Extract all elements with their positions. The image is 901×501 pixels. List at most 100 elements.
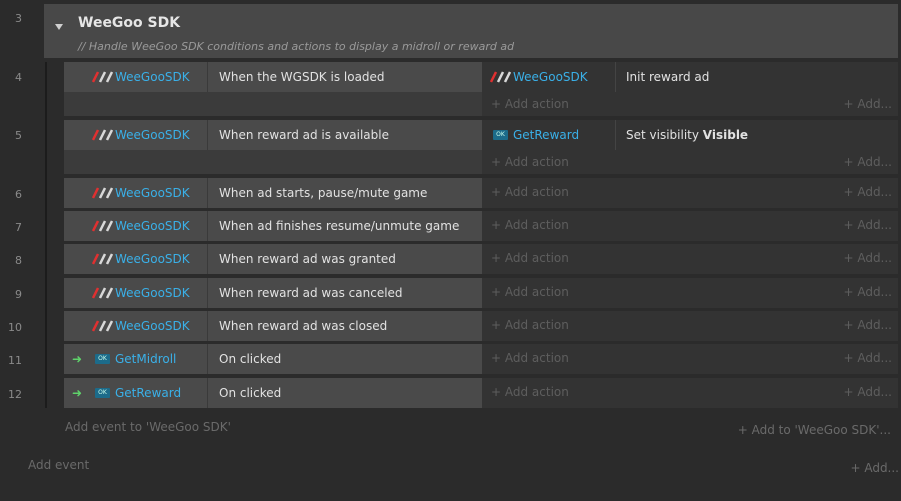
condition-object-name: WeeGooSDK <box>115 286 190 300</box>
add-action-link[interactable]: + Add action <box>491 155 569 169</box>
condition[interactable]: ➜ OK GetReward On clicked <box>64 378 482 408</box>
action-object[interactable]: WeeGooSDK <box>482 62 616 92</box>
add-more-link[interactable]: + Add... <box>843 351 892 365</box>
weegoo-logo-icon <box>92 187 114 199</box>
line-number: 10 <box>8 321 22 334</box>
action-area: + Add action + Add... <box>482 278 898 308</box>
line-number: 12 <box>8 388 22 401</box>
add-action-link[interactable]: + Add action <box>491 97 569 111</box>
condition[interactable]: WeeGooSDK When reward ad was canceled <box>64 278 482 308</box>
add-more-link[interactable]: + Add... <box>843 155 892 169</box>
condition-object-name: GetMidroll <box>115 352 177 366</box>
condition[interactable]: WeeGooSDK When ad starts, pause/mute gam… <box>64 178 482 208</box>
condition-object[interactable]: WeeGooSDK <box>64 278 208 308</box>
trigger-arrow-icon: ➜ <box>72 352 83 366</box>
condition-object[interactable]: WeeGooSDK <box>64 178 208 208</box>
group-description: // Handle WeeGoo SDK conditions and acti… <box>78 40 515 53</box>
event-row[interactable]: WeeGooSDK When reward ad was canceled + … <box>64 278 898 308</box>
add-action-link[interactable]: + Add action <box>491 351 569 365</box>
add-more-link[interactable]: + Add... <box>843 218 892 232</box>
add-more-link[interactable]: + Add... <box>843 285 892 299</box>
event-row[interactable]: WeeGooSDK When reward ad was closed + Ad… <box>64 311 898 341</box>
event-row[interactable]: WeeGooSDK When ad starts, pause/mute gam… <box>64 178 898 208</box>
action-area: + Add action + Add... <box>482 378 898 408</box>
weegoo-logo-icon <box>92 320 114 332</box>
condition-text: When ad starts, pause/mute game <box>219 186 428 200</box>
add-event-to-group-link[interactable]: Add event to 'WeeGoo SDK' <box>65 420 231 434</box>
line-number: 7 <box>15 221 22 234</box>
event-row[interactable]: WeeGooSDK When the WGSDK is loaded WeeGo… <box>64 62 898 116</box>
event-row[interactable]: WeeGooSDK When reward ad is available OK… <box>64 120 898 174</box>
condition-object-name: WeeGooSDK <box>115 319 190 333</box>
condition[interactable]: WeeGooSDK When the WGSDK is loaded <box>64 62 482 92</box>
condition-object-name: WeeGooSDK <box>115 186 190 200</box>
button-object-icon: OK <box>493 130 508 140</box>
condition-text: On clicked <box>219 352 282 366</box>
add-more-link[interactable]: + Add... <box>843 251 892 265</box>
condition[interactable]: WeeGooSDK When ad finishes resume/unmute… <box>64 211 482 241</box>
line-number: 11 <box>8 354 22 367</box>
add-action-link[interactable]: + Add action <box>491 385 569 399</box>
group-indent-line <box>45 62 47 408</box>
line-number: 5 <box>15 129 22 142</box>
action-text: Init reward ad <box>626 70 710 84</box>
condition-object-name: WeeGooSDK <box>115 70 190 84</box>
weegoo-logo-icon <box>92 287 114 299</box>
condition[interactable]: ➜ OK GetMidroll On clicked <box>64 344 482 374</box>
event-row[interactable]: ➜ OK GetMidroll On clicked + Add action … <box>64 344 898 374</box>
event-row[interactable]: ➜ OK GetReward On clicked + Add action +… <box>64 378 898 408</box>
condition-object[interactable]: ➜ OK GetReward <box>64 378 208 408</box>
add-event-link[interactable]: Add event <box>28 458 89 472</box>
add-more-link[interactable]: + Add... <box>843 185 892 199</box>
action-area: + Add action + Add... <box>482 311 898 341</box>
add-action-link[interactable]: + Add action <box>491 185 569 199</box>
weegoo-logo-icon <box>490 71 512 83</box>
weegoo-logo-icon <box>92 253 114 265</box>
event-row[interactable]: WeeGooSDK When reward ad was granted + A… <box>64 244 898 274</box>
action-object-name: WeeGooSDK <box>513 70 588 84</box>
condition-object[interactable]: WeeGooSDK <box>64 244 208 274</box>
action-text-param: Visible <box>702 128 749 142</box>
action-text: Set visibility Visible <box>626 128 748 142</box>
action-object[interactable]: OK GetReward <box>482 120 616 150</box>
action-object-name: GetReward <box>513 128 580 142</box>
line-number: 8 <box>15 254 22 267</box>
event-sheet: 3 WeeGoo SDK // Handle WeeGoo SDK condit… <box>0 0 901 501</box>
condition-object[interactable]: WeeGooSDK <box>64 120 208 150</box>
add-bottom-link[interactable]: + Add... <box>850 461 899 475</box>
add-action-link[interactable]: + Add action <box>491 285 569 299</box>
add-action-link[interactable]: + Add action <box>491 318 569 332</box>
condition-object[interactable]: ➜ OK GetMidroll <box>64 344 208 374</box>
condition-empty-area[interactable] <box>64 92 482 116</box>
condition-object[interactable]: WeeGooSDK <box>64 211 208 241</box>
event-group-header[interactable]: WeeGoo SDK // Handle WeeGoo SDK conditio… <box>44 4 898 58</box>
add-action-link[interactable]: + Add action <box>491 218 569 232</box>
condition-text: When reward ad was canceled <box>219 286 403 300</box>
condition[interactable]: WeeGooSDK When reward ad was closed <box>64 311 482 341</box>
action[interactable]: OK GetReward Set visibility Visible <box>482 120 898 150</box>
event-row[interactable]: WeeGooSDK When ad finishes resume/unmute… <box>64 211 898 241</box>
add-more-link[interactable]: + Add... <box>843 385 892 399</box>
action-area: OK GetReward Set visibility Visible + Ad… <box>482 120 898 174</box>
line-number: 9 <box>15 288 22 301</box>
collapse-triangle-icon[interactable] <box>55 24 63 30</box>
line-number: 4 <box>15 71 22 84</box>
action-area: + Add action + Add... <box>482 178 898 208</box>
action-area: + Add action + Add... <box>482 211 898 241</box>
action-area: + Add action + Add... <box>482 244 898 274</box>
add-more-link[interactable]: + Add... <box>843 97 892 111</box>
action-area: + Add action + Add... <box>482 344 898 374</box>
condition-object[interactable]: WeeGooSDK <box>64 62 208 92</box>
condition-text: When ad finishes resume/unmute game <box>219 219 460 233</box>
action[interactable]: WeeGooSDK Init reward ad <box>482 62 898 92</box>
button-object-icon: OK <box>95 354 110 364</box>
condition[interactable]: WeeGooSDK When reward ad is available <box>64 120 482 150</box>
add-to-group-link[interactable]: + Add to 'WeeGoo SDK'... <box>738 423 891 437</box>
condition-object[interactable]: WeeGooSDK <box>64 311 208 341</box>
condition[interactable]: WeeGooSDK When reward ad was granted <box>64 244 482 274</box>
add-more-link[interactable]: + Add... <box>843 318 892 332</box>
add-action-link[interactable]: + Add action <box>491 251 569 265</box>
condition-text: When reward ad was closed <box>219 319 388 333</box>
group-title: WeeGoo SDK <box>78 15 181 31</box>
condition-empty-area[interactable] <box>64 150 482 174</box>
